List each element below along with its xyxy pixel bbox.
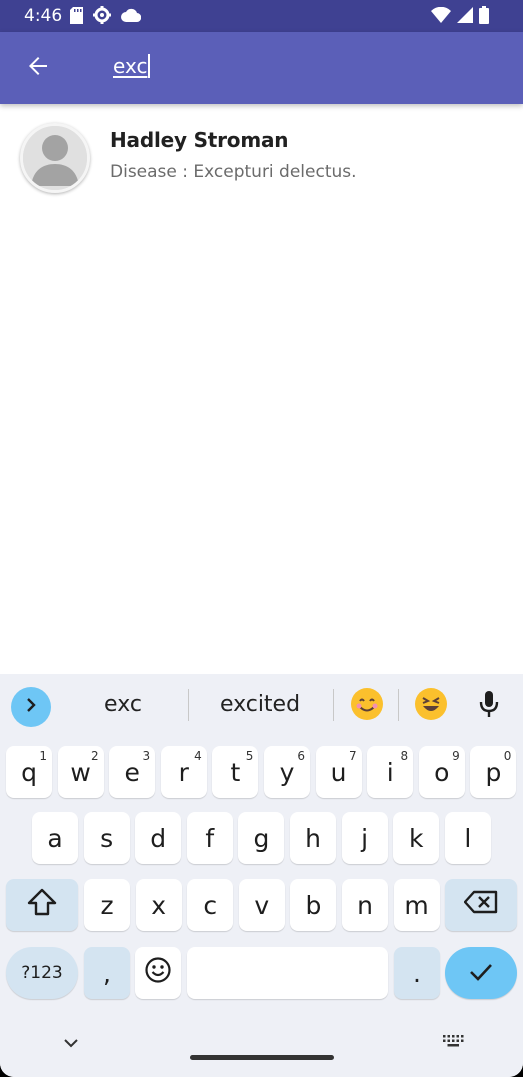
key-d[interactable]: d <box>135 812 182 864</box>
shift-key[interactable] <box>6 879 78 931</box>
suggestion-divider <box>333 689 334 721</box>
smiley-face-icon <box>145 957 171 989</box>
key-hint: 6 <box>297 749 305 763</box>
key-hint: 2 <box>90 749 99 763</box>
text-caret <box>148 54 151 78</box>
key-hint: 9 <box>452 749 460 763</box>
keyboard-switch-button[interactable] <box>442 1034 464 1053</box>
emoji-key[interactable] <box>135 947 181 999</box>
enter-key[interactable] <box>445 947 517 999</box>
key-e[interactable]: e3 <box>109 746 156 798</box>
key-s[interactable]: s <box>83 812 130 864</box>
patient-disease: Disease : Excepturi delectus. <box>110 162 357 182</box>
key-r[interactable]: r4 <box>160 746 207 798</box>
key-h[interactable]: h <box>290 812 336 864</box>
avatar <box>20 123 90 193</box>
suggestion-divider <box>188 689 189 721</box>
sd-card-icon <box>70 6 83 29</box>
search-input[interactable]: exc <box>113 54 151 78</box>
patient-name: Hadley Stroman <box>110 128 289 152</box>
key-label: q <box>21 757 37 787</box>
key-y[interactable]: y6 <box>264 746 310 798</box>
key-m[interactable]: m <box>393 879 440 931</box>
key-b[interactable]: b <box>290 879 337 931</box>
key-label: e <box>124 757 140 787</box>
key-w[interactable]: w2 <box>57 746 104 798</box>
microphone-icon[interactable] <box>478 690 500 723</box>
key-c[interactable]: c <box>187 879 234 931</box>
comma-key[interactable]: , <box>84 947 130 999</box>
key-z[interactable]: z <box>84 879 130 931</box>
key-label: p <box>485 757 502 787</box>
key-g[interactable]: g <box>238 812 285 864</box>
key-p[interactable]: p0 <box>470 746 517 798</box>
key-j[interactable]: j <box>341 812 388 864</box>
key-label: t <box>230 757 241 787</box>
checkmark-icon <box>469 959 493 988</box>
key-label: o <box>434 757 450 787</box>
period-key[interactable]: . <box>394 947 440 999</box>
keyboard-icon <box>442 1035 464 1052</box>
key-hint: 0 <box>503 749 512 763</box>
status-time: 4:46 <box>24 6 63 26</box>
chevron-down-icon <box>62 1039 80 1056</box>
key-hint: 5 <box>245 749 254 763</box>
laughing-emoji-icon[interactable] <box>415 688 447 720</box>
suggestion-2[interactable]: excited <box>205 692 315 717</box>
battery-icon <box>479 6 489 29</box>
app-bar: exc <box>0 32 523 104</box>
key-n[interactable]: n <box>342 879 388 931</box>
chevron-right-icon <box>24 697 38 717</box>
key-label: y <box>279 757 295 787</box>
person-placeholder-icon <box>23 126 87 190</box>
key-hint: 7 <box>348 749 357 763</box>
key-hint: 8 <box>400 749 409 763</box>
key-label: w <box>70 757 91 787</box>
key-label: r <box>178 757 189 787</box>
expand-toolbar-button[interactable] <box>11 687 51 727</box>
search-query: exc <box>113 54 148 78</box>
backspace-key[interactable] <box>445 879 517 931</box>
key-x[interactable]: x <box>135 879 182 931</box>
smiling-emoji-icon[interactable] <box>351 688 383 720</box>
key-i[interactable]: i8 <box>367 746 414 798</box>
suggestion-1[interactable]: exc <box>88 692 158 717</box>
key-f[interactable]: f <box>186 812 233 864</box>
key-u[interactable]: u7 <box>315 746 362 798</box>
key-q[interactable]: q1 <box>6 746 52 798</box>
screen: 4:46 exc Hadley Stroman Disease: Except… <box>0 0 523 1077</box>
key-l[interactable]: l <box>444 812 491 864</box>
settings-gear-icon <box>93 6 111 29</box>
back-button[interactable] <box>18 48 58 88</box>
space-key[interactable] <box>187 947 388 999</box>
key-hint: 1 <box>39 749 47 763</box>
cloud-icon <box>121 8 142 27</box>
shift-arrow-icon <box>27 888 57 922</box>
backspace-icon <box>463 890 498 920</box>
key-o[interactable]: o9 <box>418 746 465 798</box>
arrow-back-icon <box>26 54 50 83</box>
suggestion-bar: exc excited <box>0 674 523 736</box>
key-a[interactable]: a <box>32 812 78 864</box>
key-v[interactable]: v <box>238 879 285 931</box>
navigation-bar <box>0 1028 523 1077</box>
soft-keyboard: exc excited q1w2e3r4t5y6u7i8o9p0 asdfghj… <box>0 674 523 1077</box>
status-bar: 4:46 <box>0 0 523 32</box>
wifi-icon <box>431 6 451 28</box>
symbols-key[interactable]: ?123 <box>6 947 78 999</box>
key-label: i <box>386 757 394 787</box>
key-t[interactable]: t5 <box>212 746 259 798</box>
key-k[interactable]: k <box>393 812 440 864</box>
suggestion-divider <box>398 689 399 721</box>
key-hint: 4 <box>194 749 202 763</box>
signal-icon <box>457 7 473 28</box>
key-hint: 3 <box>142 749 151 763</box>
result-list-item[interactable]: Hadley Stroman Disease : Excepturi delec… <box>0 112 523 200</box>
key-label: u <box>330 757 347 787</box>
hide-keyboard-button[interactable] <box>62 1034 80 1057</box>
home-handle[interactable] <box>190 1055 334 1060</box>
